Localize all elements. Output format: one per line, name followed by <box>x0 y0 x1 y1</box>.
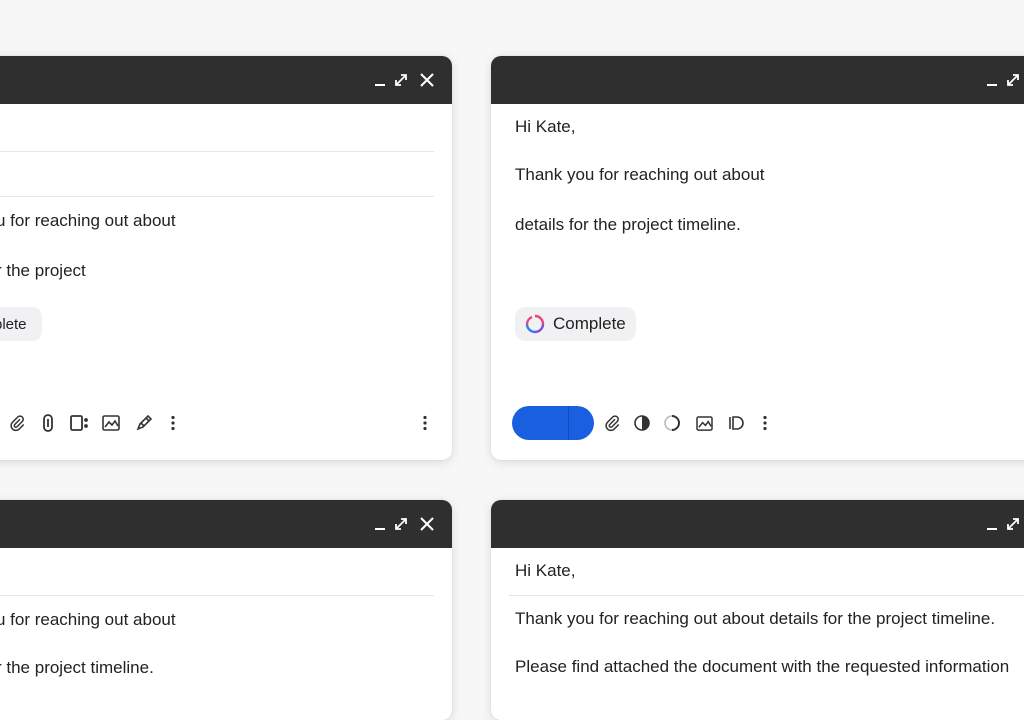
title-bar <box>491 500 1024 548</box>
ai-assistant-icon <box>525 314 545 334</box>
subject-divider <box>0 196 434 197</box>
subject-divider <box>0 595 434 596</box>
more-vertical-icon[interactable] <box>754 412 776 434</box>
expand-icon[interactable] <box>390 500 412 548</box>
image-icon[interactable] <box>693 412 715 434</box>
minimize-icon[interactable] <box>369 500 391 548</box>
pen-icon[interactable] <box>133 412 155 434</box>
compose-window-top-left: u for reaching out about r the project p… <box>0 56 452 460</box>
title-bar <box>491 56 1024 104</box>
body-line-2: r the project timeline. <box>0 658 154 677</box>
more-options-icon[interactable] <box>414 412 436 434</box>
drive-file-icon[interactable] <box>68 412 90 434</box>
contrast-icon[interactable] <box>631 412 653 434</box>
body-line-2: r the project <box>0 261 86 280</box>
close-icon[interactable] <box>416 56 438 104</box>
paperclip-icon[interactable] <box>6 412 28 434</box>
compose-window-bottom-right: Hi Kate, Thank you for reaching out abou… <box>491 500 1024 720</box>
send-button-divider <box>568 406 569 440</box>
minimize-icon[interactable] <box>981 56 1003 104</box>
attachment-icon[interactable] <box>37 412 59 434</box>
body-line-1: u for reaching out about <box>0 610 176 629</box>
title-bar <box>0 500 452 548</box>
minimize-icon[interactable] <box>981 500 1003 548</box>
expand-icon[interactable] <box>1002 56 1024 104</box>
body-line-2: details for the project timeline. <box>515 215 741 234</box>
label-icon[interactable] <box>725 412 747 434</box>
title-bar <box>0 56 452 104</box>
complete-chip[interactable]: Complete <box>515 307 636 341</box>
greeting-divider <box>509 595 1024 596</box>
body-line-1: Thank you for reaching out about <box>515 165 765 184</box>
image-icon[interactable] <box>100 412 122 434</box>
chip-label: Complete <box>553 314 626 333</box>
body-line-2: Please find attached the document with t… <box>515 657 1010 676</box>
greeting: Hi Kate, <box>515 117 576 136</box>
more-vertical-icon[interactable] <box>162 412 184 434</box>
greeting: Hi Kate, <box>515 561 576 580</box>
body-line-1: u for reaching out about <box>0 211 176 230</box>
complete-chip[interactable]: plete <box>0 307 42 341</box>
close-icon[interactable] <box>416 500 438 548</box>
emoji-icon[interactable] <box>661 412 683 434</box>
expand-icon[interactable] <box>1002 500 1024 548</box>
expand-icon[interactable] <box>390 56 412 104</box>
recipients-divider <box>0 151 434 152</box>
minimize-icon[interactable] <box>369 56 391 104</box>
body-line-1: Thank you for reaching out about details… <box>515 609 996 628</box>
send-button[interactable] <box>512 406 594 440</box>
chip-label: plete <box>0 315 27 333</box>
paperclip-icon[interactable] <box>601 412 623 434</box>
compose-window-bottom-left: u for reaching out about r the project t… <box>0 500 452 720</box>
compose-window-top-right: Hi Kate, Thank you for reaching out abou… <box>491 56 1024 460</box>
